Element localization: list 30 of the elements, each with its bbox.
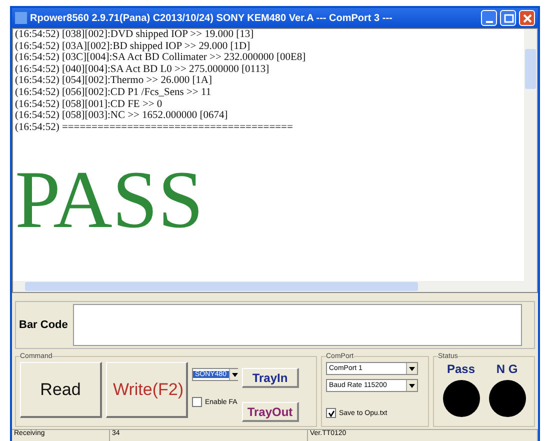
- close-button[interactable]: [519, 10, 535, 26]
- log-line: (16:54:52) [038][002]:DVD shipped IOP >> 19.000 [13]: [15, 29, 255, 41]
- lamp-label: N G: [496, 362, 518, 376]
- vertical-scrollbar[interactable]: [524, 29, 537, 281]
- log-line: (16:54:52) [058][003]:NC >> 1652.000000 [0674]: [15, 110, 229, 122]
- log-line: (16:54:52) [03A][002]:BD shipped IOP >> 29.000 [1D]: [15, 40, 252, 52]
- write-button[interactable]: Write(F2): [106, 362, 188, 418]
- tray-in-button[interactable]: TrayIn: [242, 368, 299, 388]
- log-line: (16:54:52) [056][002]:CD P1 /Fcs_Sens >> 11: [15, 86, 212, 99]
- log-line: (16:54:52) =======================================: [15, 122, 294, 134]
- barcode-label: Bar Code: [18, 318, 69, 333]
- minimize-button[interactable]: [481, 10, 497, 26]
- window-title: Rpower8560 2.9.71(Pana) C2013/10/24) SONY KEM480 Ver.A --- ComPort 3 ---: [30, 12, 394, 24]
- checkbox[interactable]: [192, 397, 202, 407]
- read-button[interactable]: Read: [20, 362, 102, 418]
- log-line: (16:54:52) [058][001]:CD FE >> 0: [15, 98, 164, 110]
- log-line: (16:54:52) [03C][004]:SA Act BD Collimater >> 232.000000 [00E8]: [15, 52, 307, 64]
- log-line: (16:54:52) [054][002]:Thermo >> 26.000 [1A]: [15, 75, 214, 87]
- maximize-button[interactable]: [500, 10, 516, 26]
- horizontal-scrollbar[interactable]: [13, 281, 537, 292]
- log-line: (16:54:52) [040][004]:SA Act BD L0 >> 275.000000 [0113]: [15, 64, 270, 76]
- maximize-icon: [502, 12, 514, 24]
- result-text: PASS: [15, 159, 205, 242]
- app-icon: [15, 12, 27, 24]
- tray-out-button[interactable]: TrayOut: [242, 402, 299, 422]
- minimize-icon: [484, 19, 494, 23]
- lamp-label: Pass: [446, 362, 476, 376]
- close-icon: [522, 12, 532, 24]
- barcode-field[interactable]: [73, 304, 522, 346]
- checkbox[interactable]: [326, 408, 336, 418]
